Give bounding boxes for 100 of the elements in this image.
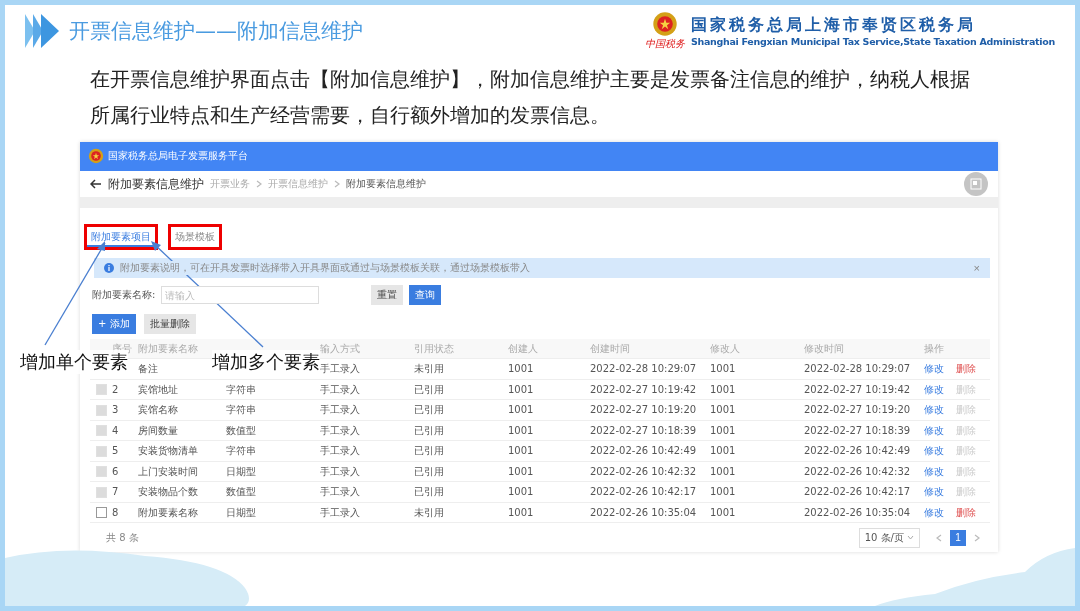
table-cell: 7 — [112, 486, 119, 499]
table-cell: 1001 — [710, 404, 736, 417]
chevron-right-icon — [256, 180, 262, 189]
table-cell: 字符串 — [226, 383, 256, 396]
delete-link[interactable]: 删除 — [956, 505, 976, 520]
table-cell: 字符串 — [226, 445, 256, 458]
column-header: 创建人 — [508, 342, 538, 355]
table-cell: 1001 — [508, 383, 534, 396]
add-button[interactable]: + 添加 — [92, 314, 136, 334]
column-header: 输入方式 — [320, 342, 360, 354]
table-cell: 2022-02-27 10:19:42 — [804, 383, 911, 396]
chevron-down-icon — [907, 535, 914, 541]
table-cell: 日期型 — [226, 465, 256, 478]
info-text: 附加要素说明，可在开具发票时选择带入开具界面或通过与场景模板关联，通过场景模板带入 — [120, 260, 530, 275]
table-cell: 未引用 — [414, 363, 444, 376]
column-header: 引用状态 — [414, 342, 454, 355]
table-cell: 数值型 — [226, 486, 256, 499]
table-cell: 安装物品个数 — [138, 486, 198, 499]
table-cell: 手工录入 — [320, 506, 360, 519]
back-arrow-icon[interactable] — [90, 179, 102, 190]
table-cell: 已引用 — [414, 486, 444, 499]
table-cell: 1001 — [508, 465, 534, 478]
table-cell: 已引用 — [414, 424, 444, 437]
column-header: 修改人 — [710, 342, 740, 355]
table-cell: 2022-02-26 10:35:04 — [590, 506, 697, 519]
table-cell: 宾馆地址 — [138, 383, 178, 396]
delete-link[interactable]: 删除 — [956, 362, 976, 377]
table-cell: 手工录入 — [320, 465, 360, 478]
table-cell: 1001 — [508, 424, 534, 437]
emblem-icon — [88, 148, 104, 165]
table-cell: 房间数量 — [138, 424, 178, 437]
close-button[interactable]: × — [973, 261, 980, 274]
slide-title: 开票信息维护——附加信息维护 — [69, 18, 363, 45]
table-cell: 手工录入 — [320, 445, 360, 458]
table-cell: 已引用 — [414, 445, 444, 458]
table-cell: 已引用 — [414, 404, 444, 417]
org-name-english: Shanghai Fengxian Municipal Tax Service,State Taxation Administration — [690, 36, 1055, 47]
table-cell: 手工录入 — [320, 424, 360, 437]
table-cell: 手工录入 — [320, 404, 360, 417]
chevron-icon — [23, 12, 61, 50]
table-cell: 1001 — [710, 445, 736, 458]
chevron-right-icon[interactable] — [974, 533, 980, 542]
table-cell: 2022-02-26 10:35:04 — [804, 506, 911, 519]
table-cell: 2022-02-27 10:19:20 — [590, 404, 697, 417]
page-button[interactable]: 1 — [950, 529, 966, 546]
chevron-left-icon[interactable] — [936, 533, 942, 542]
expand-icon — [970, 178, 982, 191]
batch-delete-button[interactable]: 批量删除 — [143, 314, 196, 334]
tab[interactable]: 附加要素项目 — [84, 223, 158, 250]
table-cell: 日期型 — [226, 506, 256, 519]
annotation-label: 增加多个要素 — [212, 350, 320, 374]
table-cell: 未引用 — [414, 506, 444, 519]
table-cell: 已引用 — [414, 383, 444, 396]
chevron-right-icon — [334, 180, 340, 189]
query-button[interactable]: 查询 — [409, 285, 442, 306]
breadcrumb-item[interactable]: 附加要素信息维护 — [346, 177, 426, 192]
table-cell: 手工录入 — [320, 363, 360, 376]
table-cell: 1001 — [710, 506, 736, 519]
table-cell: 已引用 — [414, 465, 444, 478]
edit-link[interactable]: 修改 — [924, 505, 944, 520]
emblem-icon — [651, 11, 678, 37]
platform-title: 国家税务总局电子发票服务平台 — [108, 149, 248, 164]
annotation-label: 增加单个要素 — [20, 350, 128, 374]
breadcrumb-item[interactable]: 开票业务 — [210, 177, 250, 192]
description-paragraph: 在开票信息维护界面点击【附加信息维护】，附加信息维护主要是发票备注信息的维护，纳税人根据所属行业特点和生产经营需要，自行额外增加的发票信息。 — [90, 67, 971, 129]
org-name: 国家税务总局上海市奉贤区税务局 — [690, 15, 977, 36]
input-field[interactable]: 请输入 — [161, 286, 320, 305]
table-cell: 8 — [112, 506, 119, 519]
table-cell: 数值型 — [226, 424, 256, 437]
table-cell: 安装货物清单 — [138, 445, 198, 458]
table-cell: 附加要素名称 — [138, 506, 198, 519]
table-cell: 2022-02-26 10:42:49 — [590, 445, 697, 458]
breadcrumb-item[interactable]: 开票信息维护 — [268, 177, 328, 192]
table-cell: 1001 — [508, 404, 534, 417]
table-cell: 1001 — [508, 486, 534, 499]
table-cell: 1001 — [710, 424, 736, 437]
table-cell: 备注 — [138, 363, 158, 376]
fullscreen-button[interactable] — [964, 172, 988, 197]
table-cell: 6 — [112, 465, 119, 478]
row-checkbox[interactable] — [96, 507, 107, 519]
table-cell: 2022-02-27 10:19:42 — [590, 383, 697, 396]
total-count: 共 8 条 — [106, 530, 139, 545]
table-cell: 1001 — [710, 465, 736, 478]
table-cell: 手工录入 — [320, 486, 360, 499]
page-size-select[interactable]: 10 条/页 — [858, 527, 920, 548]
reset-button[interactable]: 重置 — [371, 285, 404, 306]
tab[interactable]: 场景模板 — [168, 223, 222, 250]
table-cell: 4 — [112, 424, 119, 437]
table-cell: 5 — [112, 445, 119, 458]
table-cell: 1001 — [710, 363, 736, 376]
table-cell: 3 — [112, 404, 119, 417]
table-cell: 上门安装时间 — [138, 465, 198, 478]
table-cell: 2022-02-26 10:42:32 — [804, 465, 911, 478]
table-cell: 2022-02-27 10:19:20 — [804, 404, 911, 417]
table-cell: 1001 — [710, 486, 736, 499]
column-header: 附加要素名称 — [138, 342, 198, 355]
table-cell: 2022-02-28 10:29:07 — [590, 363, 697, 376]
table-cell: 宾馆名称 — [138, 404, 178, 417]
edit-link[interactable]: 修改 — [924, 362, 944, 377]
table-cell: 1001 — [508, 445, 534, 458]
